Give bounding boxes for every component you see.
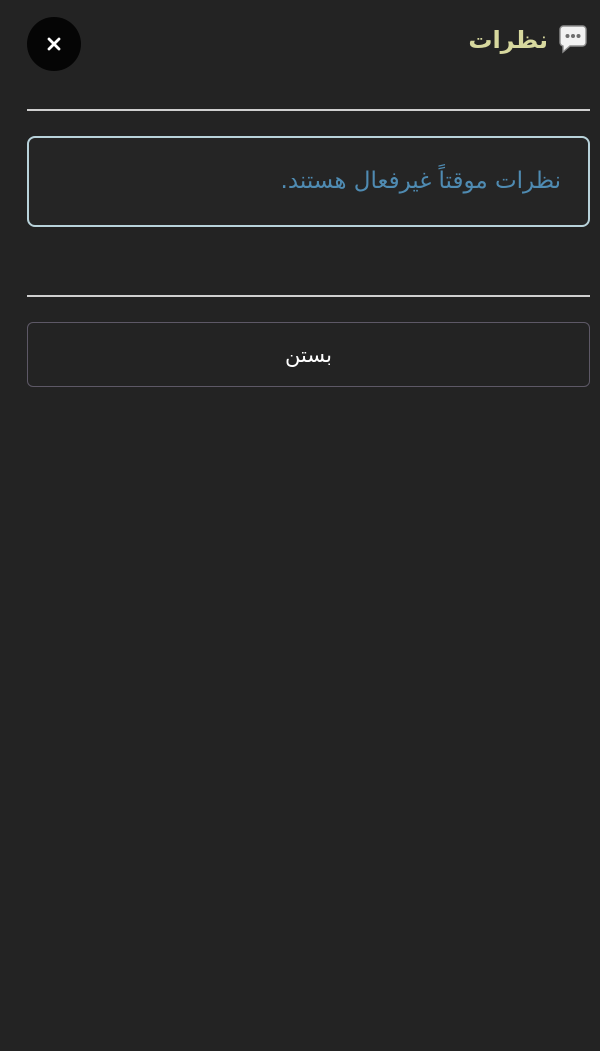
close-comments-button[interactable]: بستن bbox=[27, 322, 590, 387]
page-title: نظرات bbox=[468, 26, 548, 54]
header-title-group: نظرات bbox=[468, 20, 590, 60]
comments-header: نظرات bbox=[27, 0, 590, 86]
chat-bubble-icon bbox=[559, 25, 587, 54]
comments-disabled-notice: نظرات موقتاً غیرفعال هستند. bbox=[27, 136, 590, 227]
notice-message: نظرات موقتاً غیرفعال هستند. bbox=[280, 168, 561, 194]
close-icon bbox=[47, 37, 61, 51]
comments-panel: نظرات نظرات موقتاً غیرفعال هستند. بستن bbox=[27, 0, 590, 1051]
close-button[interactable] bbox=[27, 17, 81, 71]
content-divider bbox=[27, 295, 590, 297]
header-divider bbox=[27, 109, 590, 111]
